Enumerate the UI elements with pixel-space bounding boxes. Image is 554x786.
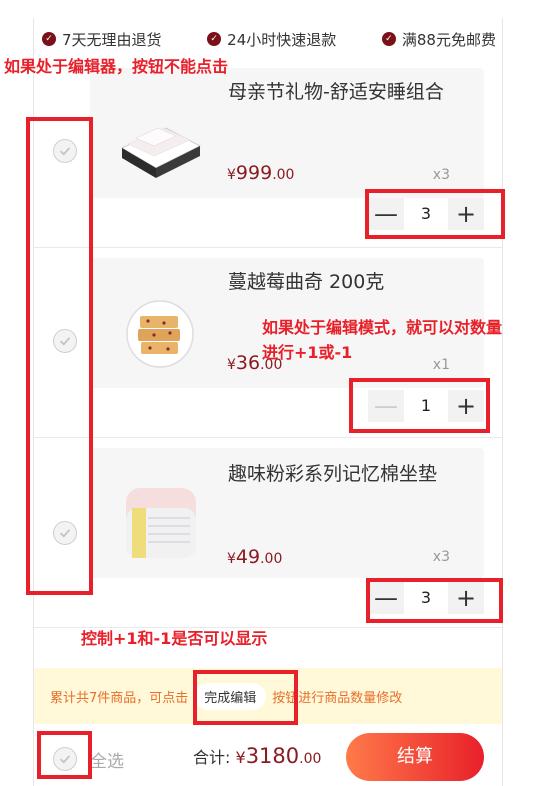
check-circle-icon: ✓ bbox=[381, 32, 396, 46]
cart-total: 合计: ¥3180.00 bbox=[193, 744, 322, 768]
item-title: 母亲节礼物-舒适安睡组合 bbox=[228, 81, 444, 103]
item-title: 蔓越莓曲奇 200克 bbox=[228, 271, 385, 293]
item-quantity-label: x3 bbox=[432, 167, 450, 183]
item-price: ¥49.00 bbox=[227, 546, 283, 568]
item-quantity-label: x3 bbox=[432, 549, 450, 565]
annotation-edit-mode-line2: 进行+1或-1 bbox=[262, 343, 353, 362]
cart-page: ✓ 7天无理由退货 ✓ 24小时快速退款 ✓ 满88元免邮费 母亲节礼物-舒适安 bbox=[0, 0, 554, 786]
service-promise-bar: ✓ 7天无理由退货 ✓ 24小时快速退款 ✓ 满88元免邮费 bbox=[34, 18, 502, 60]
item-quantity-label: x1 bbox=[432, 357, 450, 373]
cookie-image bbox=[114, 288, 204, 378]
annotation-control-display: 控制+1和-1是否可以显示 bbox=[81, 629, 268, 648]
promise-item: ✓ 满88元免邮费 bbox=[381, 29, 496, 50]
mattress-image bbox=[114, 98, 204, 188]
highlight-stepper-1 bbox=[365, 189, 505, 239]
annotation-editor-disabled: 如果处于编辑器，按钮不能点击 bbox=[4, 57, 229, 76]
item-price: ¥999.00 bbox=[227, 162, 295, 184]
frame-border-right bbox=[502, 18, 503, 786]
cushion-image bbox=[114, 478, 204, 568]
notice-text-before: 累计共7件商品，可点击 bbox=[50, 690, 189, 706]
highlight-stepper-3 bbox=[366, 578, 503, 623]
annotation-edit-mode-line1: 如果处于编辑模式，就可以对数量 bbox=[262, 318, 503, 337]
cart-footer: 全选 合计: ¥3180.00 结算 bbox=[34, 728, 502, 786]
highlight-radio-column bbox=[26, 117, 93, 595]
select-all-label[interactable]: 全选 bbox=[90, 747, 124, 772]
highlight-stepper-2 bbox=[349, 378, 490, 433]
checkout-button[interactable]: 结算 bbox=[346, 733, 484, 781]
promise-label: 7天无理由退货 bbox=[62, 30, 162, 49]
item-title: 趣味粉彩系列记忆棉坐垫 bbox=[228, 463, 438, 485]
highlight-select-all bbox=[37, 731, 92, 779]
promise-label: 满88元免邮费 bbox=[401, 30, 496, 49]
promise-label: 24小时快速退款 bbox=[227, 30, 337, 49]
promise-item: ✓ 7天无理由退货 bbox=[42, 29, 162, 50]
check-circle-icon: ✓ bbox=[42, 32, 56, 46]
highlight-finish-edit bbox=[193, 670, 298, 725]
check-circle-icon: ✓ bbox=[207, 32, 222, 46]
promise-item: ✓ 24小时快速退款 bbox=[207, 29, 336, 50]
